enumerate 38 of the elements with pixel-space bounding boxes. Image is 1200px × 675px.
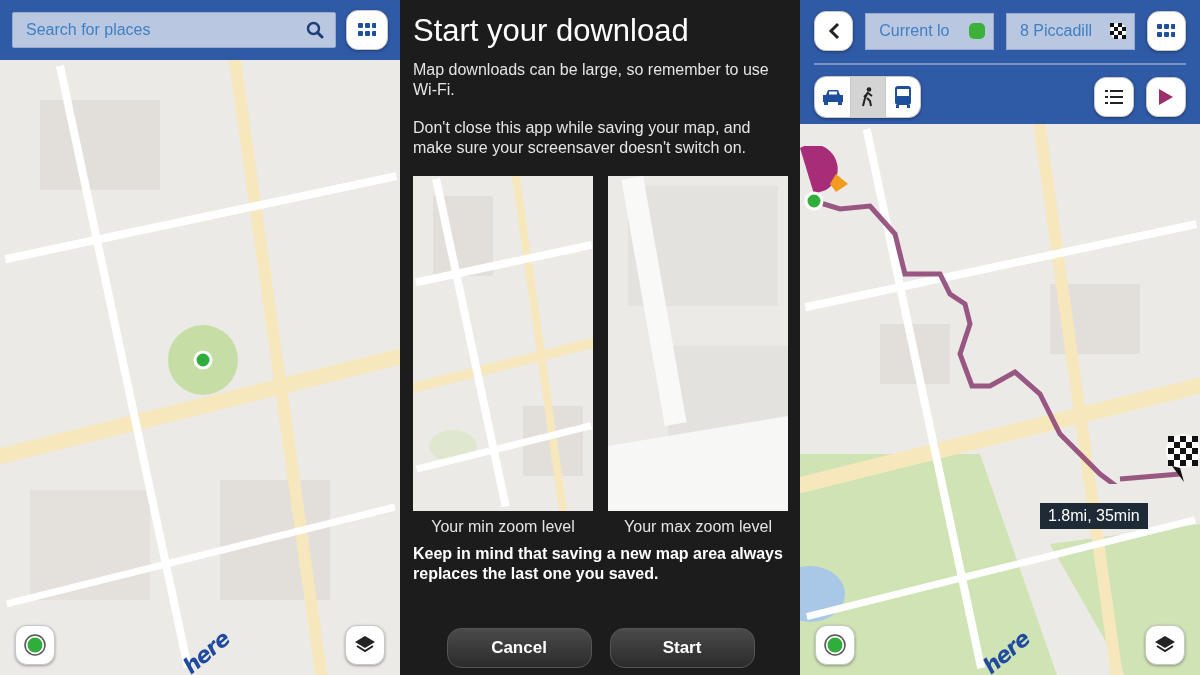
search-icon [306, 21, 324, 39]
menu-button[interactable] [1146, 11, 1186, 51]
list-icon [1105, 90, 1123, 104]
layers-button[interactable] [1145, 625, 1185, 665]
walking-person-icon [861, 87, 875, 107]
car-mode-tab[interactable] [815, 77, 850, 117]
bus-mode-tab[interactable] [885, 77, 920, 117]
play-button[interactable] [1146, 77, 1186, 117]
start-button[interactable]: Start [609, 628, 755, 668]
car-icon [821, 89, 844, 105]
my-location-button[interactable] [15, 625, 55, 665]
menu-button[interactable] [346, 10, 388, 50]
layers-icon [1154, 635, 1176, 655]
back-icon [827, 22, 840, 40]
grid-menu-icon [358, 23, 376, 37]
start-marker-icon [969, 23, 985, 39]
info-text: Don't close this app while saving your map, and make sure your screensaver doesn't switch on. [413, 118, 752, 158]
bus-icon [894, 85, 912, 109]
list-button[interactable] [1094, 77, 1134, 117]
preview-caption: Your min zoom level [431, 518, 575, 536]
warning-text: Keep in mind that saving a new map area always replaces the last one you saved. [413, 544, 784, 584]
route-summary: 1.8mi, 35min [1040, 503, 1148, 529]
info-text: Map downloads can be large, so remember to use Wi-Fi. [413, 60, 770, 100]
preview-caption: Your max zoom level [624, 518, 772, 536]
my-location-button[interactable] [815, 625, 855, 665]
back-button[interactable] [814, 11, 854, 51]
location-marker-icon [168, 325, 238, 395]
layers-icon [354, 635, 376, 655]
walk-mode-tab[interactable] [850, 77, 885, 117]
dialog-title: Start your download [413, 12, 690, 50]
grid-menu-icon [1157, 24, 1176, 38]
location-dot-icon [824, 634, 846, 656]
cancel-button[interactable]: Cancel [446, 628, 592, 668]
checkered-flag-icon [1109, 23, 1126, 39]
search-field[interactable]: Search for places [12, 12, 336, 48]
play-icon [1158, 88, 1174, 106]
layers-button[interactable] [345, 625, 385, 665]
location-dot-icon [24, 634, 46, 656]
